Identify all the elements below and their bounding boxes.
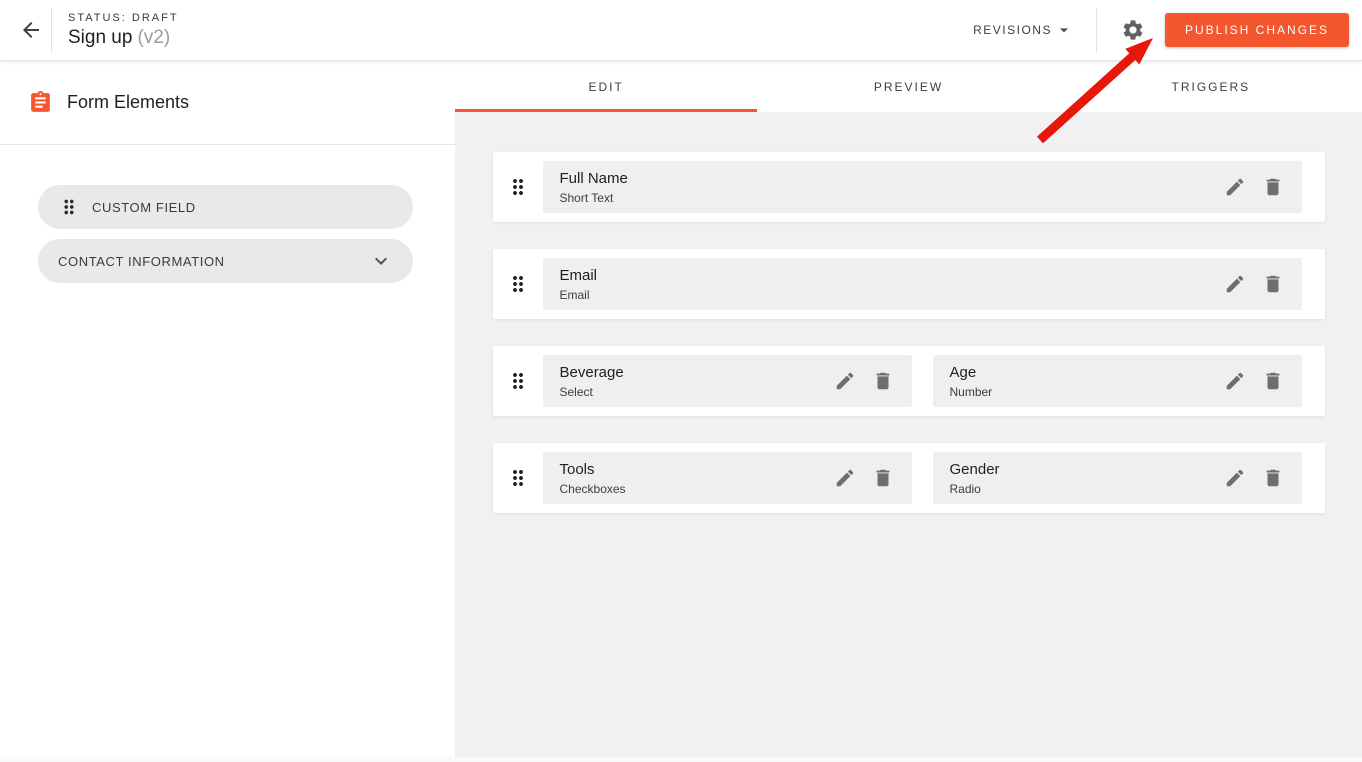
drag-handle-icon (506, 466, 530, 490)
field-row: Beverage Select Age Number (493, 346, 1325, 416)
field-title: Beverage (560, 364, 826, 381)
delete-field-button[interactable] (864, 362, 902, 400)
field-box-beverage[interactable]: Beverage Select (543, 355, 912, 407)
top-bar: STATUS: DRAFT Sign up(v2) REVISIONS PUBL… (0, 0, 1362, 61)
delete-field-button[interactable] (864, 459, 902, 497)
field-box-age[interactable]: Age Number (933, 355, 1302, 407)
settings-gear-button[interactable] (1113, 10, 1153, 50)
bottom-strip (0, 757, 1362, 762)
edit-field-button[interactable] (1216, 168, 1254, 206)
sidebar-item-custom-field[interactable]: CUSTOM FIELD (38, 185, 413, 229)
pencil-icon (1224, 273, 1246, 295)
field-row: Email Email (493, 249, 1325, 319)
clipboard-icon (28, 90, 53, 115)
header-divider (51, 8, 52, 52)
field-box-email[interactable]: Email Email (543, 258, 1302, 310)
main-panel: EDIT PREVIEW TRIGGERS Full Name Short Te… (455, 61, 1362, 762)
trash-icon (872, 467, 894, 489)
edit-field-button[interactable] (1216, 265, 1254, 303)
caret-down-icon (1054, 20, 1074, 40)
back-button[interactable] (11, 10, 51, 50)
drag-handle-icon (506, 369, 530, 393)
chevron-down-icon[interactable] (369, 249, 393, 273)
sidebar-item-label: CONTACT INFORMATION (58, 254, 225, 269)
form-version: (v2) (137, 27, 170, 48)
element-list: CUSTOM FIELD CONTACT INFORMATION (0, 145, 455, 283)
field-title: Age (950, 364, 1216, 381)
edit-field-button[interactable] (1216, 362, 1254, 400)
delete-field-button[interactable] (1254, 362, 1292, 400)
delete-field-button[interactable] (1254, 265, 1292, 303)
publish-changes-button[interactable]: PUBLISH CHANGES (1165, 13, 1349, 47)
form-canvas: Full Name Short Text (455, 112, 1362, 762)
edit-field-button[interactable] (826, 459, 864, 497)
edit-field-button[interactable] (826, 362, 864, 400)
form-title: Sign up (68, 27, 132, 48)
field-type: Number (950, 385, 1216, 399)
drag-handle-icon (506, 175, 530, 199)
pencil-icon (1224, 467, 1246, 489)
field-title: Gender (950, 461, 1216, 478)
field-title: Email (560, 267, 1216, 284)
row-drag-handle[interactable] (493, 369, 543, 393)
edit-field-button[interactable] (1216, 459, 1254, 497)
delete-field-button[interactable] (1254, 168, 1292, 206)
sidebar-header: Form Elements (0, 61, 455, 145)
sidebar: Form Elements CUSTOM FIELD CONTACT INFOR… (0, 61, 455, 762)
drag-handle-icon[interactable] (58, 196, 80, 218)
field-type: Radio (950, 482, 1216, 496)
row-drag-handle[interactable] (493, 175, 543, 199)
form-title-block: STATUS: DRAFT Sign up(v2) (68, 12, 179, 49)
gear-icon (1121, 18, 1145, 42)
field-box-gender[interactable]: Gender Radio (933, 452, 1302, 504)
revisions-label: REVISIONS (973, 23, 1052, 37)
sidebar-item-contact-information[interactable]: CONTACT INFORMATION (38, 239, 413, 283)
field-row: Tools Checkboxes Gender Radio (493, 443, 1325, 513)
field-type: Short Text (560, 191, 1216, 205)
pencil-icon (1224, 176, 1246, 198)
sidebar-item-label: CUSTOM FIELD (92, 200, 196, 215)
field-title: Full Name (560, 170, 1216, 187)
trash-icon (1262, 273, 1284, 295)
tab-triggers[interactable]: TRIGGERS (1060, 61, 1362, 112)
trash-icon (872, 370, 894, 392)
tab-preview[interactable]: PREVIEW (757, 61, 1059, 112)
field-box-tools[interactable]: Tools Checkboxes (543, 452, 912, 504)
trash-icon (1262, 467, 1284, 489)
trash-icon (1262, 370, 1284, 392)
pencil-icon (834, 467, 856, 489)
field-type: Select (560, 385, 826, 399)
header-divider (1096, 8, 1097, 52)
pencil-icon (1224, 370, 1246, 392)
field-row: Full Name Short Text (493, 152, 1325, 222)
field-title: Tools (560, 461, 826, 478)
field-type: Email (560, 288, 1216, 302)
drag-handle-icon (506, 272, 530, 296)
row-drag-handle[interactable] (493, 466, 543, 490)
status-label: STATUS: DRAFT (68, 12, 179, 24)
delete-field-button[interactable] (1254, 459, 1292, 497)
trash-icon (1262, 176, 1284, 198)
revisions-dropdown[interactable]: REVISIONS (973, 20, 1074, 40)
tab-edit[interactable]: EDIT (455, 61, 757, 112)
pencil-icon (834, 370, 856, 392)
field-type: Checkboxes (560, 482, 826, 496)
field-box-full-name[interactable]: Full Name Short Text (543, 161, 1302, 213)
back-arrow-icon (19, 18, 43, 42)
tab-bar: EDIT PREVIEW TRIGGERS (455, 61, 1362, 112)
row-drag-handle[interactable] (493, 272, 543, 296)
sidebar-title: Form Elements (67, 92, 189, 113)
